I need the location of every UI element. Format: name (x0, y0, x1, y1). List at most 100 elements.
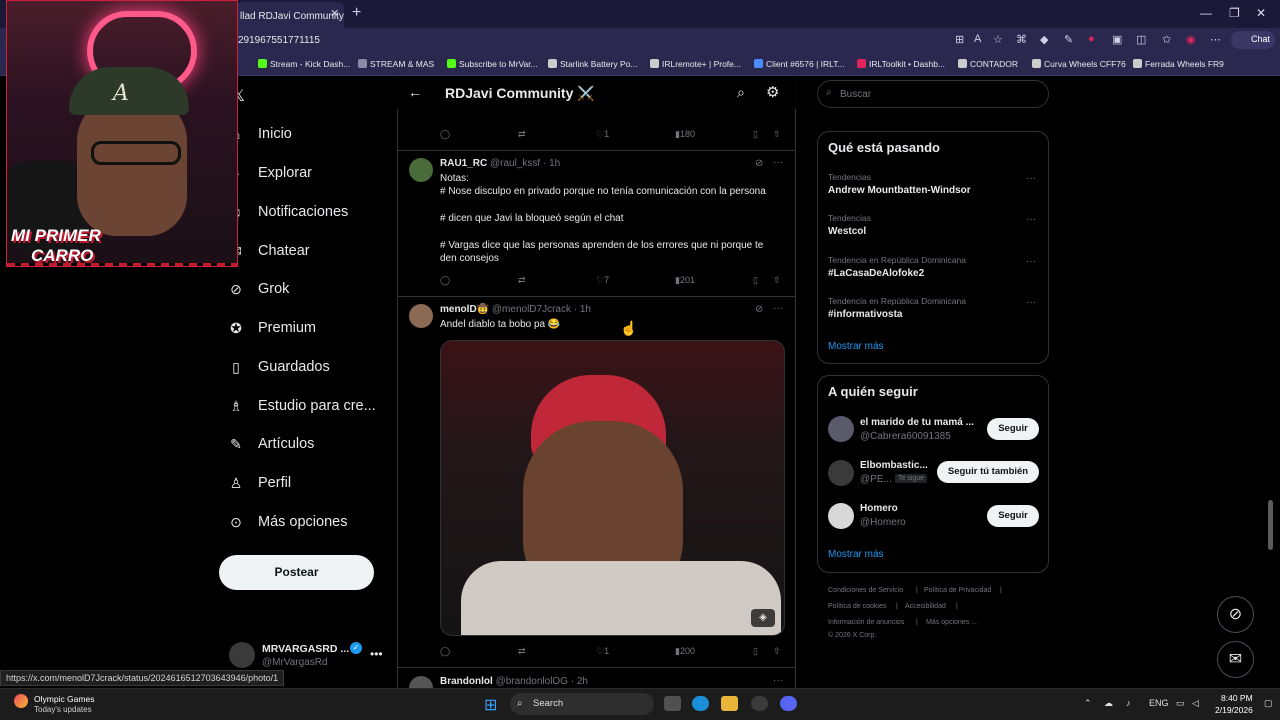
nav-item-mas-opciones[interactable]: ⊙ Más opciones (228, 507, 347, 537)
reply-icon[interactable]: ◯ (440, 129, 450, 140)
extension-icon[interactable]: ✎ (1064, 33, 1073, 46)
nav-item-guardados[interactable]: ▯ Guardados (228, 352, 330, 382)
nav-item-explorar[interactable]: ⌕Explorar (228, 158, 312, 188)
file-explorer-icon[interactable] (721, 696, 738, 711)
minimize-icon[interactable]: — (1200, 6, 1212, 20)
retweet-icon[interactable]: ⇄ (518, 129, 526, 140)
search-icon[interactable]: ⌕ (737, 84, 745, 101)
nav-item-grok[interactable]: ⊘ Grok (228, 274, 289, 304)
microphone-icon[interactable]: ♪ (1126, 698, 1131, 708)
account-name[interactable]: MRVARGASRD ... (262, 643, 349, 655)
post-button[interactable]: Postear (219, 555, 374, 590)
app-available-icon[interactable]: ⊞ (955, 33, 964, 46)
avatar[interactable] (828, 460, 854, 486)
footer-link[interactable]: Condiciones de Servicio (828, 587, 903, 594)
bookmark-item[interactable]: IRLToolkit • Dashb... (857, 59, 945, 69)
maximize-icon[interactable]: ❐ (1229, 6, 1240, 20)
network-icon[interactable]: ▭ (1176, 698, 1185, 709)
bookmark-item[interactable]: STREAM & MAS (358, 59, 434, 69)
nav-item-chatear[interactable]: ✉Chatear (228, 236, 309, 266)
show-more-link[interactable]: Mostrar más (828, 549, 884, 560)
follow-name[interactable]: Homero (860, 503, 898, 514)
bookmark-item[interactable]: CONTADOR (958, 59, 1018, 69)
favorite-star-icon[interactable]: ☆ (993, 33, 1003, 46)
nav-item-notificaciones[interactable]: ♫Notificaciones (228, 197, 349, 227)
scrollbar[interactable] (1268, 500, 1273, 550)
show-more-link[interactable]: Mostrar más (828, 341, 884, 352)
edge-icon[interactable] (692, 696, 709, 711)
windows-start-icon[interactable]: ⊞ (484, 695, 497, 715)
account-more-icon[interactable]: ••• (370, 647, 383, 661)
favorites-icon[interactable]: ✩ (1162, 33, 1171, 46)
trend-name[interactable]: #LaCasaDeAlofoke2 (828, 268, 924, 279)
avatar[interactable] (828, 503, 854, 529)
settings-more-icon[interactable]: ⋯ (1210, 33, 1221, 46)
retweet-icon[interactable]: ⇄ (518, 646, 526, 657)
trend-name[interactable]: #informativosta (828, 309, 902, 320)
more-icon[interactable]: ··· (773, 675, 783, 686)
reply-icon[interactable]: ◯ (440, 646, 450, 657)
trend-name[interactable]: Andrew Mountbatten-Windsor (828, 185, 971, 196)
nav-item-premium[interactable]: ✪ Premium (228, 313, 316, 343)
bookmark-icon[interactable]: ▯ (753, 129, 758, 140)
extension-icon[interactable]: ◆ (1040, 33, 1048, 46)
retweet-icon[interactable]: ⇄ (518, 275, 526, 286)
tweet-author[interactable]: RAU1_RC @raul_kssf · 1h (440, 158, 560, 169)
tweet-author[interactable]: menolD🤠 @menolD7Jcrack · 1h (440, 304, 591, 315)
discord-icon[interactable] (780, 696, 797, 711)
profile-avatar-icon[interactable]: ◉ (1186, 33, 1196, 46)
cloud-icon[interactable]: ☁ (1104, 698, 1113, 709)
follow-button[interactable]: Seguir (987, 505, 1039, 527)
split-screen-icon[interactable]: ◫ (1136, 33, 1146, 46)
bookmark-icon[interactable]: ▯ (753, 275, 758, 286)
more-icon[interactable]: ··· (1026, 297, 1036, 308)
follow-name[interactable]: Elbombastic... (860, 460, 928, 471)
extension-icon[interactable]: ⌘ (1016, 33, 1027, 46)
widget-title[interactable]: Olympic Games (34, 694, 94, 704)
extension-icon[interactable]: ● (1088, 33, 1095, 45)
url-field[interactable]: 291967551771115 (238, 35, 320, 46)
more-icon[interactable]: ··· (1026, 256, 1036, 267)
avatar[interactable] (828, 416, 854, 442)
follow-back-button[interactable]: Seguir tú también (937, 461, 1039, 483)
avatar[interactable] (409, 304, 433, 328)
footer-link[interactable]: Más opciones ... (926, 619, 977, 626)
app-icon[interactable] (751, 696, 768, 711)
follow-name[interactable]: el marido de tu mamá ... (860, 417, 974, 428)
footer-link[interactable]: Información de anuncios (828, 619, 904, 626)
trend-name[interactable]: Westcol (828, 226, 866, 237)
nav-item-articulos[interactable]: ✎ Artículos (228, 429, 314, 459)
more-icon[interactable]: ··· (773, 303, 783, 314)
more-icon[interactable]: ··· (773, 157, 783, 168)
gear-icon[interactable]: ⚙ (766, 83, 779, 101)
share-icon[interactable]: ⇧ (773, 646, 781, 657)
follow-button[interactable]: Seguir (987, 418, 1039, 440)
views-button[interactable]: ▮ 201 (675, 275, 695, 286)
close-window-icon[interactable]: ✕ (1256, 6, 1266, 20)
clock-date[interactable]: 2/19/2026 (1215, 705, 1253, 715)
grok-icon[interactable]: ⊘ (755, 158, 763, 169)
reply-icon[interactable]: ◯ (440, 275, 450, 286)
more-icon[interactable]: ··· (1026, 173, 1036, 184)
browser-tab[interactable]: llad RDJavi Community ⚔️ (236, 2, 344, 28)
messages-float-button[interactable]: ✉ (1217, 641, 1254, 678)
extension-icon[interactable]: ▣ (1112, 33, 1122, 46)
tweet-author[interactable]: Brandonlol @brandonlolOG · 2h (440, 676, 588, 687)
back-arrow-icon[interactable]: ← (408, 84, 422, 100)
copilot-chat-button[interactable]: Chat (1231, 31, 1275, 49)
bookmark-item[interactable]: Subscribe to MrVar... (447, 59, 538, 69)
tweet-media-gif[interactable] (440, 340, 785, 636)
footer-link[interactable]: Política de Privacidad (924, 587, 991, 594)
share-icon[interactable]: ⇧ (773, 129, 781, 140)
nav-item-perfil[interactable]: ♙ Perfil (228, 468, 291, 498)
grok-icon[interactable]: ⊘ (755, 304, 763, 315)
bookmark-item[interactable]: Starlink Battery Po... (548, 59, 637, 69)
grok-float-button[interactable]: ⊘ (1217, 596, 1254, 633)
task-view-icon[interactable] (664, 696, 681, 711)
avatar[interactable] (409, 158, 433, 182)
clock-time[interactable]: 8:40 PM (1221, 693, 1253, 703)
tab-close-icon[interactable]: ✕ (330, 7, 339, 20)
footer-link[interactable]: Accesibilidad (905, 603, 946, 610)
bookmark-item[interactable]: Client #6576 | IRLT... (754, 59, 845, 69)
olympics-icon[interactable] (14, 694, 28, 708)
